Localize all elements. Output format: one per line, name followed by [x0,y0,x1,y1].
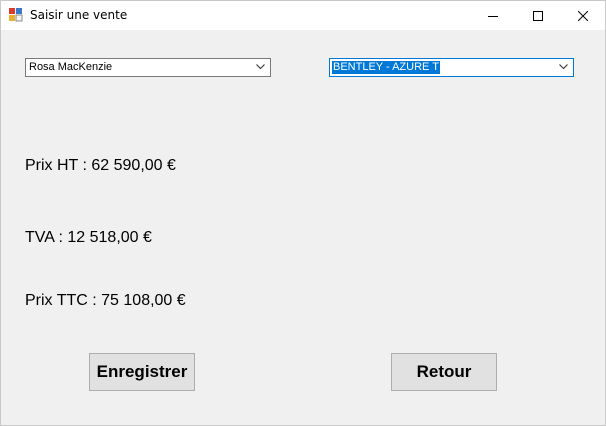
maximize-button[interactable] [515,1,560,30]
app-icon [9,8,23,22]
close-button[interactable] [560,1,605,30]
title-bar[interactable]: Saisir une vente [1,1,605,30]
client-select-value: Rosa MacKenzie [29,61,113,73]
vehicle-select-value: BENTLEY - AZURE T [332,61,440,74]
window-title: Saisir une vente [30,8,128,22]
prix-ht-label: Prix HT : 62 590,00 € [25,157,176,174]
chevron-down-icon [559,64,568,70]
prix-ttc-label: Prix TTC : 75 108,00 € [25,292,186,309]
minimize-icon [487,15,498,17]
save-button[interactable]: Enregistrer [89,353,195,391]
back-button[interactable]: Retour [391,353,497,391]
minimize-button[interactable] [470,1,515,30]
chevron-down-icon [256,64,265,70]
tva-label: TVA : 12 518,00 € [25,229,152,246]
sale-window: Saisir une vente Rosa MacKenzie BENTLEY … [0,0,606,426]
vehicle-select[interactable]: BENTLEY - AZURE T [329,58,574,77]
close-icon [577,10,588,21]
client-select[interactable]: Rosa MacKenzie [25,58,271,77]
maximize-icon [532,10,543,21]
